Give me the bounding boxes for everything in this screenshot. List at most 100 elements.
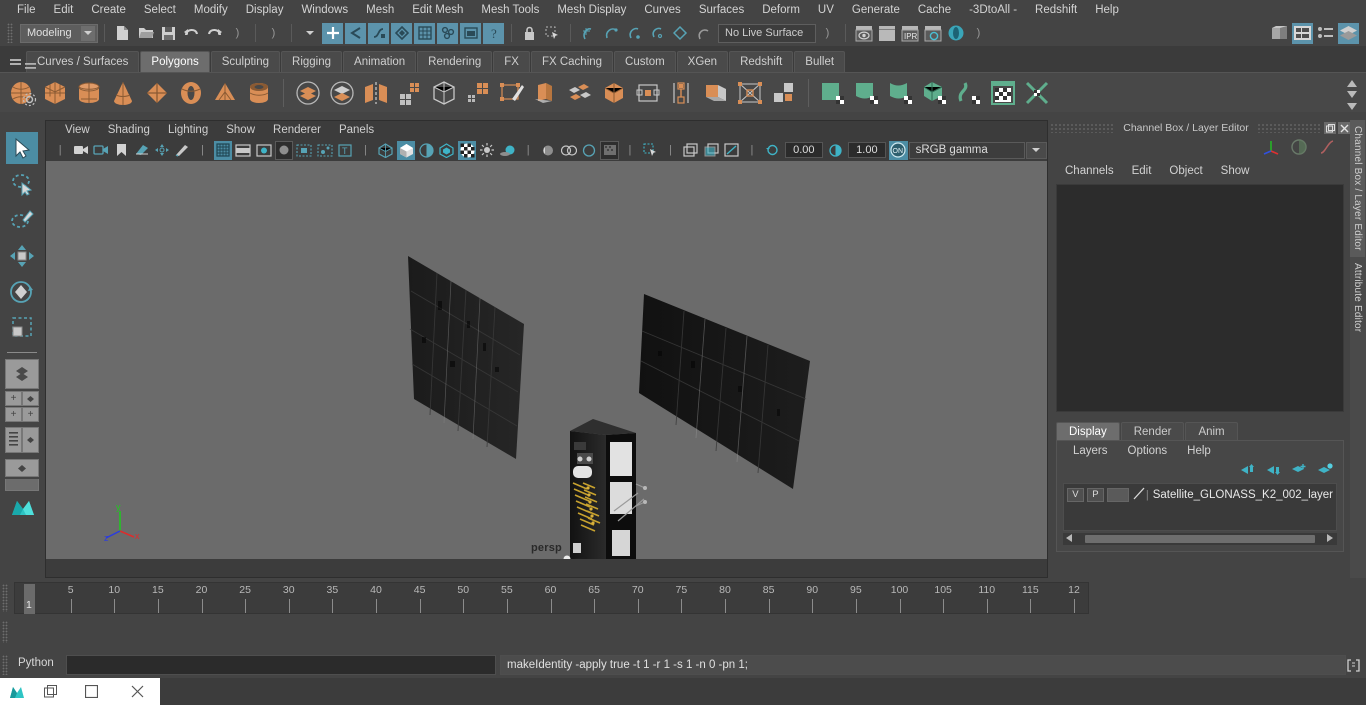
poly-pyramid-icon[interactable] [209, 76, 241, 110]
new-layer-icon[interactable] [1291, 463, 1307, 479]
shelf-tab-fx[interactable]: FX [493, 51, 530, 72]
anim-curve-icon[interactable] [1318, 138, 1336, 159]
selection-mask-dropdown-icon[interactable] [299, 23, 320, 44]
bridge-icon[interactable] [598, 76, 630, 110]
channel-box-menu-item-edit[interactable]: Edit [1123, 165, 1161, 177]
shelf-menu-icon[interactable] [4, 48, 26, 72]
toolbar-grip[interactable] [7, 23, 13, 43]
chamfer-vertex-icon[interactable] [734, 76, 766, 110]
show-grid-icon[interactable] [213, 140, 233, 160]
time-slider-track[interactable]: 1 5 10 15 20 25 30 35 40 45 50 55 60 65 70 75 80 85 90 95 1… [14, 582, 1089, 614]
menu-item-curves[interactable]: Curves [635, 0, 689, 20]
layer-editor-tab-anim[interactable]: Anim [1185, 422, 1238, 440]
open-render-view-icon[interactable] [853, 23, 874, 44]
snap-curve-icon[interactable] [437, 22, 458, 44]
menu-item-mesh[interactable]: Mesh [357, 0, 403, 20]
combine-icon[interactable] [292, 76, 324, 110]
shelf-tab-sculpting[interactable]: Sculpting [210, 51, 281, 72]
dock-tab-attribute-editor[interactable]: Attribute Editor [1350, 257, 1365, 338]
smooth-icon[interactable] [394, 76, 426, 110]
quick-layout-two-pane[interactable]: + [5, 407, 22, 422]
poly-reduce-icon[interactable] [462, 76, 494, 110]
close-window-icon[interactable] [114, 685, 160, 698]
menu-item-select[interactable]: Select [135, 0, 185, 20]
menu-item-help[interactable]: Help [1086, 0, 1128, 20]
transform-axes-icon[interactable] [1262, 138, 1280, 159]
render-current-frame-icon[interactable] [876, 23, 897, 44]
anti-alias-icon[interactable] [580, 141, 598, 160]
poly-pipe-icon[interactable] [243, 76, 275, 110]
scroll-right-icon[interactable] [1327, 533, 1334, 545]
channel-box-menu-item-channels[interactable]: Channels [1056, 165, 1123, 177]
shelf-tab-fx-caching[interactable]: FX Caching [530, 51, 614, 72]
snap-grid-icon[interactable] [414, 22, 435, 44]
menu-set-selector[interactable]: Modeling [20, 23, 98, 43]
toggle-sidebar-icon[interactable] [1269, 23, 1290, 44]
poly-cube-icon[interactable] [39, 76, 71, 110]
toggle-tool-settings-icon[interactable] [1315, 23, 1336, 44]
new-scene-icon[interactable] [112, 23, 133, 44]
menu-item-modify[interactable]: Modify [185, 0, 237, 20]
motion-blur-icon[interactable] [560, 141, 578, 160]
uv-editor-icon[interactable] [987, 76, 1019, 110]
texture-display-icon[interactable] [457, 140, 477, 160]
layer-editor-menu-item-layers[interactable]: Layers [1063, 445, 1118, 457]
menu-item-create[interactable]: Create [82, 0, 135, 20]
open-scene-icon[interactable] [135, 23, 156, 44]
close-icon[interactable] [1338, 122, 1350, 134]
poly-torus-icon[interactable] [175, 76, 207, 110]
toggle-attribute-editor-icon[interactable] [1292, 22, 1313, 44]
command-input-field[interactable] [66, 655, 496, 675]
quick-layout-outliner-persp[interactable] [5, 427, 22, 453]
menu-item-cache[interactable]: Cache [909, 0, 960, 20]
poly-cylinder-icon[interactable] [73, 76, 105, 110]
lasso-tool-button[interactable] [6, 168, 38, 200]
panel-menu-item-show[interactable]: Show [217, 121, 264, 139]
menu-item-edit[interactable]: Edit [45, 0, 83, 20]
quick-layout-extra[interactable] [5, 479, 39, 491]
quick-layout-single-perspective[interactable] [5, 359, 39, 389]
xray-joints-2-icon[interactable] [722, 141, 740, 160]
select-by-hierarchy-icon[interactable] [322, 22, 343, 44]
layer-playback-toggle[interactable]: P [1086, 487, 1104, 502]
xray-active-components-icon[interactable] [702, 141, 720, 160]
perspective-viewport[interactable]: y x z persp [46, 161, 1047, 559]
menu-item-display[interactable]: Display [237, 0, 293, 20]
menu-item-3dtoall[interactable]: -3DtoAll - [960, 0, 1026, 20]
uv-unfold-icon[interactable] [953, 76, 985, 110]
menu-item-mesh-tools[interactable]: Mesh Tools [472, 0, 548, 20]
snap-curves-2-icon[interactable] [693, 23, 714, 44]
ipr-render-icon[interactable]: IPR [899, 23, 920, 44]
menu-item-file[interactable]: File [8, 0, 45, 20]
color-space-chevron-icon[interactable] [1025, 141, 1047, 159]
layer-visibility-toggle[interactable]: V [1067, 487, 1084, 502]
poke-face-icon[interactable] [768, 76, 800, 110]
render-settings-icon[interactable] [922, 23, 943, 44]
quick-layout-three-pane[interactable]: + [22, 407, 39, 422]
bookmark-icon[interactable] [112, 141, 130, 160]
shelf-tab-animation[interactable]: Animation [343, 51, 417, 72]
gamma-icon[interactable] [826, 141, 844, 160]
chevron-down-icon[interactable] [81, 25, 95, 41]
panel-drag-dots-2[interactable] [1256, 123, 1322, 133]
uv-planar-map-icon[interactable] [817, 76, 849, 110]
select-by-render-type-icon[interactable] [391, 22, 412, 44]
film-gate-icon[interactable] [234, 141, 252, 160]
quick-layout-hypershade[interactable] [5, 459, 39, 477]
dock-tab-channel-box[interactable]: Channel Box / Layer Editor [1350, 120, 1365, 257]
xray-joints-icon[interactable] [316, 141, 334, 160]
lock-camera-icon[interactable] [92, 141, 110, 160]
range-slider-grip[interactable] [2, 621, 8, 643]
duplicate-face-icon[interactable] [700, 76, 732, 110]
quick-layout-persp-only[interactable] [22, 427, 39, 453]
hypershade-icon[interactable] [945, 23, 966, 44]
layer-list[interactable]: V P | Satellite_GLONASS_K2_002_layer [1063, 483, 1337, 531]
boolean-icon[interactable] [428, 76, 460, 110]
image-plane-icon[interactable] [132, 141, 150, 160]
poly-cone-icon[interactable] [107, 76, 139, 110]
exposure-reset-icon[interactable] [763, 141, 781, 160]
separate-icon[interactable] [326, 76, 358, 110]
lock-icon[interactable] [519, 23, 540, 44]
undo-icon[interactable] [181, 23, 202, 44]
layer-list-scrollbar[interactable] [1063, 533, 1337, 545]
